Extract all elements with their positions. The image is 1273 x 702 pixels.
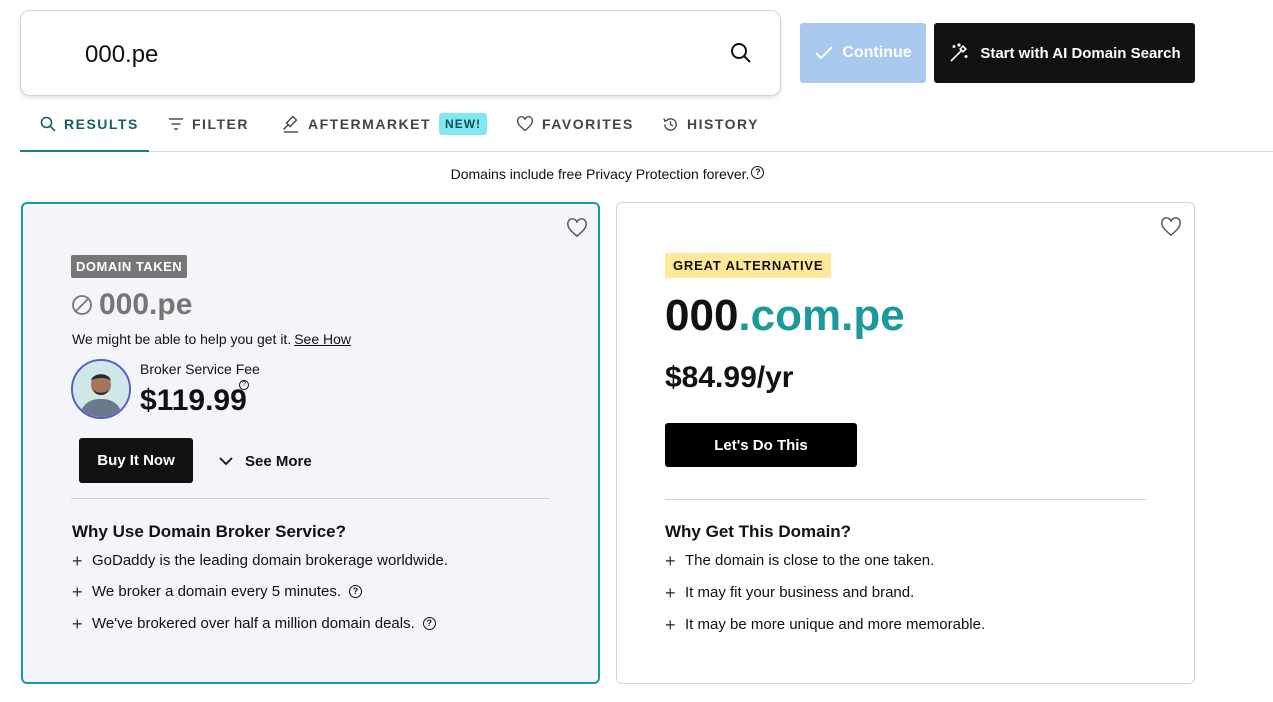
plus-icon: + bbox=[72, 550, 83, 571]
active-tab-indicator bbox=[20, 150, 149, 152]
alternative-reason: + It may fit your business and brand. bbox=[665, 582, 915, 603]
history-icon bbox=[663, 117, 677, 131]
tab-history[interactable]: HISTORY bbox=[662, 96, 759, 152]
search-box[interactable] bbox=[20, 10, 781, 96]
help-text-body: We might be able to help you get it. bbox=[72, 331, 292, 347]
taken-domain-card: DOMAIN TAKEN 000.pe We might be able to … bbox=[21, 202, 600, 684]
tab-favorites-label: FAVORITES bbox=[542, 116, 634, 132]
taken-domain: 000.pe bbox=[71, 288, 192, 322]
alternative-section-title: Why Get This Domain? bbox=[665, 522, 852, 541]
favorite-heart-icon[interactable] bbox=[566, 218, 588, 238]
broker-reason-text: We broker a domain every 5 minutes. bbox=[92, 583, 342, 600]
broker-avatar bbox=[71, 359, 131, 419]
broker-reason: + GoDaddy is the leading domain brokerag… bbox=[72, 550, 449, 571]
plus-icon: + bbox=[72, 581, 83, 602]
lets-do-this-button[interactable]: Let's Do This bbox=[665, 423, 857, 467]
tab-results-label: RESULTS bbox=[64, 116, 139, 132]
alternative-reason-text: The domain is close to the one taken. bbox=[685, 552, 935, 569]
gavel-icon bbox=[283, 115, 298, 133]
alternative-reason: + It may be more unique and more memorab… bbox=[665, 614, 986, 635]
info-icon[interactable]: ? bbox=[239, 380, 249, 390]
tab-filter[interactable]: FILTER bbox=[168, 96, 249, 152]
search-icon[interactable] bbox=[729, 41, 753, 65]
alternative-domain-tld: .com.pe bbox=[738, 291, 905, 340]
info-icon[interactable]: ? bbox=[751, 166, 765, 179]
broker-reason-text: GoDaddy is the leading domain brokerage … bbox=[92, 552, 449, 569]
plus-icon: + bbox=[665, 582, 676, 603]
see-more-button[interactable]: See More bbox=[219, 446, 312, 476]
help-text: We might be able to help you get it. See … bbox=[72, 331, 351, 347]
divider bbox=[71, 498, 550, 499]
unavailable-icon bbox=[72, 295, 92, 315]
alternative-domain: 000.com.pe bbox=[665, 291, 905, 341]
alternative-domain-card: GREAT ALTERNATIVE 000.com.pe $84.99/yr L… bbox=[616, 202, 1195, 684]
great-alternative-badge: GREAT ALTERNATIVE bbox=[665, 253, 832, 278]
new-badge: NEW! bbox=[439, 113, 488, 135]
see-more-label: See More bbox=[245, 452, 312, 470]
tab-results[interactable]: RESULTS bbox=[40, 96, 139, 152]
domain-taken-badge: DOMAIN TAKEN bbox=[71, 255, 188, 278]
ai-domain-search-label: Start with AI Domain Search bbox=[980, 44, 1181, 62]
alternative-reason-text: It may fit your business and brand. bbox=[685, 584, 915, 601]
see-how-link[interactable]: See How bbox=[294, 331, 351, 347]
alternative-reason: + The domain is close to the one taken. bbox=[665, 550, 935, 571]
privacy-note: Domains include free Privacy Protection … bbox=[0, 166, 1215, 182]
favorite-heart-icon[interactable] bbox=[1160, 217, 1182, 237]
divider bbox=[665, 499, 1146, 500]
tab-history-label: HISTORY bbox=[687, 116, 759, 132]
magic-wand-icon bbox=[950, 43, 968, 62]
plus-icon: + bbox=[665, 614, 676, 635]
buy-it-now-button[interactable]: Buy It Now bbox=[79, 438, 193, 483]
taken-domain-name: 000.pe bbox=[99, 288, 193, 321]
broker-fee-price: $119.99 bbox=[140, 384, 247, 417]
search-icon bbox=[40, 116, 56, 132]
continue-label: Continue bbox=[842, 44, 912, 61]
continue-button[interactable]: Continue bbox=[800, 23, 926, 83]
tab-aftermarket-label: AFTERMARKET bbox=[308, 116, 432, 132]
privacy-note-text: Domains include free Privacy Protection … bbox=[450, 166, 750, 182]
ai-domain-search-button[interactable]: Start with AI Domain Search bbox=[934, 23, 1195, 83]
results-tabs: RESULTS FILTER AFTERMARKET NEW! FAVORITE… bbox=[20, 96, 1273, 152]
alternative-reason-text: It may be more unique and more memorable… bbox=[685, 616, 986, 633]
broker-fee-label: Broker Service Fee bbox=[140, 361, 260, 377]
person-icon bbox=[73, 361, 129, 417]
broker-reason: + We broker a domain every 5 minutes.? bbox=[72, 581, 363, 602]
heart-icon bbox=[517, 116, 533, 132]
alternative-price: $84.99/yr bbox=[665, 361, 794, 394]
check-icon bbox=[815, 46, 834, 60]
tab-favorites[interactable]: FAVORITES bbox=[516, 96, 634, 152]
tab-filter-label: FILTER bbox=[192, 116, 249, 132]
info-icon[interactable]: ? bbox=[349, 585, 363, 598]
filter-icon bbox=[169, 118, 183, 130]
chevron-down-icon bbox=[219, 456, 233, 465]
broker-reason: + We've brokered over half a million dom… bbox=[72, 613, 436, 634]
plus-icon: + bbox=[72, 613, 83, 634]
plus-icon: + bbox=[665, 550, 676, 571]
alternative-domain-name: 000 bbox=[665, 291, 739, 340]
broker-section-title: Why Use Domain Broker Service? bbox=[72, 522, 346, 541]
broker-reason-text: We've brokered over half a million domai… bbox=[92, 615, 415, 632]
info-icon[interactable]: ? bbox=[422, 617, 436, 630]
tab-aftermarket[interactable]: AFTERMARKET NEW! bbox=[282, 96, 488, 152]
search-input[interactable] bbox=[85, 37, 685, 73]
